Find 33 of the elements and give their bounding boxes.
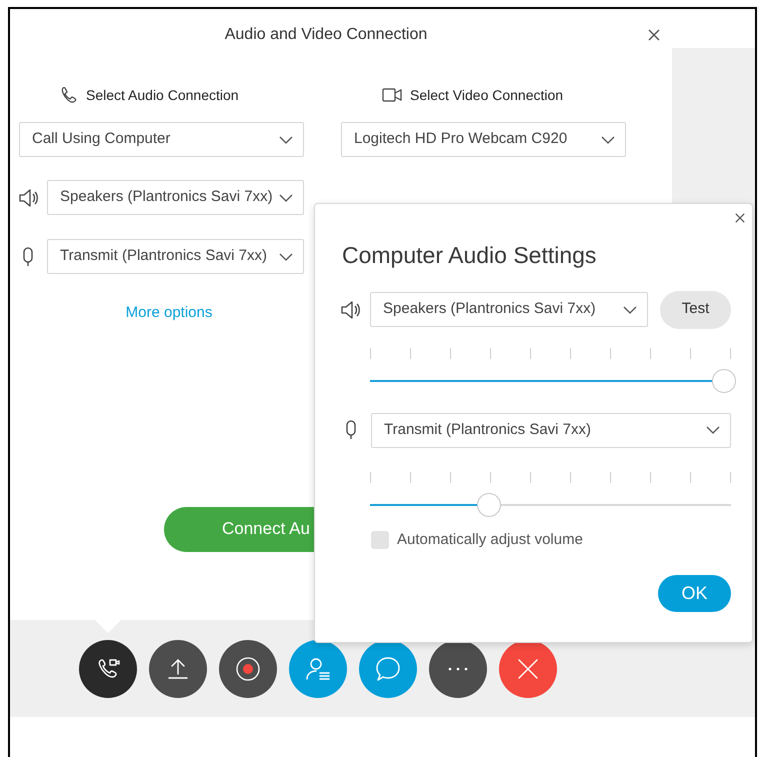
chevron-down-icon <box>623 306 637 314</box>
test-button[interactable]: Test <box>660 290 731 328</box>
popup-title: Computer Audio Settings <box>342 241 598 270</box>
chevron-down-icon <box>279 252 293 260</box>
upload-icon <box>167 656 189 680</box>
camera-dropdown[interactable]: Logitech HD Pro Webcam C920 <box>341 122 626 157</box>
section-heading: Select Audio Connection <box>86 86 239 104</box>
phone-icon <box>60 86 78 104</box>
dialog-title: Audio and Video Connection <box>224 25 428 45</box>
speaker-icon <box>18 188 38 206</box>
chevron-down-icon <box>279 194 293 202</box>
chevron-down-icon <box>601 136 615 144</box>
chat-bubble-icon <box>375 656 401 682</box>
chevron-down-icon <box>279 136 293 144</box>
phone-video-icon <box>96 656 120 680</box>
checkbox[interactable] <box>371 530 389 549</box>
video-camera-icon <box>382 88 402 102</box>
microphone-dropdown[interactable]: Transmit (Plantronics Savi 7xx) <box>371 412 731 448</box>
chevron-down-icon <box>706 426 720 434</box>
microphone-dropdown[interactable]: Transmit (Plantronics Savi 7xx) <box>47 239 304 274</box>
speaker-dropdown[interactable]: Speakers (Plantronics Savi 7xx) <box>370 292 648 327</box>
section-heading: Select Video Connection <box>410 86 564 104</box>
slider-thumb[interactable] <box>712 368 736 392</box>
microphone-icon <box>345 420 357 440</box>
record-icon <box>235 656 261 682</box>
person-list-icon <box>305 656 331 680</box>
microphone-icon <box>22 246 34 266</box>
speaker-dropdown[interactable]: Speakers (Plantronics Savi 7xx) <box>47 180 304 215</box>
close-icon <box>517 658 539 680</box>
speaker-icon <box>340 300 360 318</box>
more-dots-icon <box>448 666 468 670</box>
audio-connection-dropdown[interactable]: Call Using Computer <box>19 122 304 157</box>
slider-thumb[interactable] <box>477 492 502 516</box>
